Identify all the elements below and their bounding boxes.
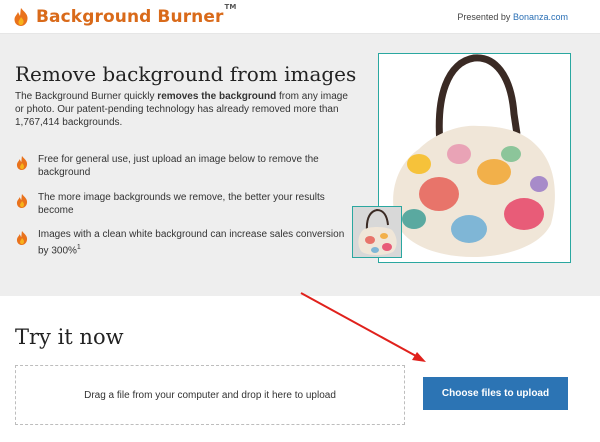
- trademark: TM: [224, 3, 237, 11]
- site-header: Background BurnerTM Presented by Bonanza…: [0, 0, 600, 34]
- dropzone-text: Drag a file from your computer and drop …: [84, 389, 336, 401]
- brand-name: Background BurnerTM: [36, 3, 237, 27]
- bonanza-link[interactable]: Bonanza.com: [513, 12, 568, 22]
- flame-icon: [14, 8, 28, 26]
- result-image: [378, 53, 571, 263]
- flame-icon: [16, 156, 28, 170]
- desc-highlight: removes the background: [157, 91, 277, 102]
- footnote-marker: 1: [76, 244, 81, 251]
- feature-text: The more image backgrounds we remove, th…: [38, 192, 325, 216]
- handbag-thumbnail-image: [358, 208, 397, 255]
- presented-prefix: Presented by: [457, 12, 511, 22]
- file-dropzone[interactable]: Drag a file from your computer and drop …: [15, 365, 405, 425]
- feature-item: Images with a clean white background can…: [15, 228, 355, 257]
- logo[interactable]: Background BurnerTM: [12, 3, 237, 27]
- page-title: Remove background from images: [15, 62, 357, 86]
- hero-description: The Background Burner quickly removes th…: [15, 91, 348, 128]
- feature-item: The more image backgrounds we remove, th…: [15, 191, 355, 217]
- feature-item: Free for general use, just upload an ima…: [15, 153, 355, 179]
- feature-text: Free for general use, just upload an ima…: [38, 154, 319, 178]
- handbag-image: [393, 54, 555, 258]
- presented-by: Presented by Bonanza.com: [457, 12, 568, 22]
- flame-icon: [16, 194, 28, 208]
- choose-files-button[interactable]: Choose files to upload: [423, 377, 568, 410]
- original-thumbnail[interactable]: [352, 206, 402, 258]
- section-title: Try it now: [15, 325, 124, 349]
- choose-files-label: Choose files to upload: [441, 388, 550, 399]
- feature-text: Images with a clean white background can…: [38, 229, 345, 257]
- flame-icon: [16, 231, 28, 245]
